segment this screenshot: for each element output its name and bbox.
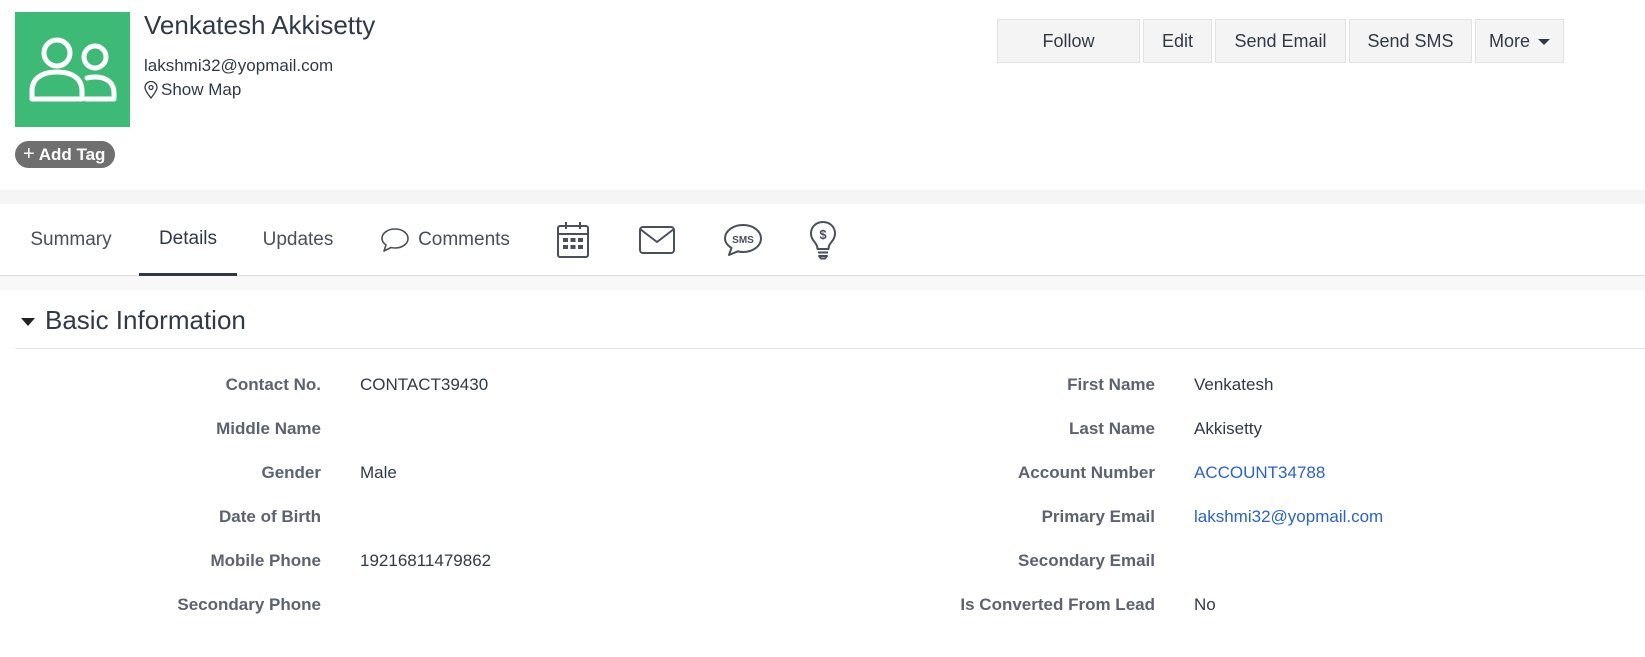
more-label: More	[1488, 30, 1530, 51]
svg-text:SMS: SMS	[732, 235, 754, 246]
field-value-contact-no: CONTACT39430	[360, 375, 489, 394]
send-sms-button[interactable]: Send SMS	[1349, 19, 1472, 63]
more-button[interactable]: More	[1475, 19, 1564, 63]
section-title: Basic Information	[45, 304, 246, 335]
field-label-secondary-phone: Secondary Phone	[177, 595, 321, 614]
field-value-first-name: Venkatesh	[1194, 375, 1274, 394]
field-label-last-name: Last Name	[1069, 419, 1155, 438]
add-tag-label: Add Tag	[38, 144, 106, 164]
tab-deals[interactable]: $	[799, 216, 847, 264]
send-email-button[interactable]: Send Email	[1215, 19, 1346, 63]
field-value-gender: Male	[360, 463, 397, 482]
primary-email-link[interactable]: lakshmi32@yopmail.com	[1194, 507, 1383, 527]
header-divider	[0, 190, 1645, 204]
svg-text:$: $	[819, 227, 827, 242]
field-value-mobile-phone: 19216811479862	[360, 551, 492, 570]
tab-comments-label: Comments	[418, 229, 510, 250]
contact-avatar	[15, 12, 130, 127]
field-label-is-converted-from-lead: Is Converted From Lead	[960, 595, 1155, 614]
show-map-link[interactable]: Show Map	[144, 80, 241, 100]
add-tag-button[interactable]: + Add Tag	[15, 141, 116, 168]
edit-button[interactable]: Edit	[1143, 19, 1212, 63]
tab-sms[interactable]: SMS	[719, 216, 767, 264]
follow-button[interactable]: Follow	[997, 19, 1140, 63]
tab-email[interactable]	[633, 216, 681, 264]
record-header: Venkatesh Akkisetty lakshmi32@yopmail.co…	[0, 0, 1645, 190]
map-pin-icon	[144, 81, 158, 99]
field-value-is-converted-from-lead: No	[1194, 595, 1216, 614]
field-value-last-name: Akkisetty	[1194, 419, 1263, 438]
account-number-link[interactable]: ACCOUNT34788	[1194, 463, 1325, 483]
tab-summary[interactable]: Summary	[15, 204, 127, 276]
field-label-secondary-email: Secondary Email	[1017, 551, 1155, 570]
users-icon	[29, 37, 116, 101]
tab-calendar[interactable]	[549, 216, 597, 264]
basic-information-header[interactable]: Basic Information	[15, 292, 1645, 349]
tab-details[interactable]: Details	[139, 204, 237, 276]
record-email: lakshmi32@yopmail.com	[144, 56, 334, 75]
field-label-contact-no: Contact No.	[225, 375, 321, 394]
field-label-middle-name: Middle Name	[216, 419, 321, 438]
sms-icon: SMS	[724, 224, 762, 256]
record-tabs: Summary Details Updates Comments SMS $	[0, 204, 1645, 276]
field-label-first-name: First Name	[1067, 375, 1155, 394]
calendar-icon	[557, 222, 589, 258]
mail-icon	[639, 226, 675, 254]
plus-icon: +	[23, 142, 35, 165]
field-label-primary-email: Primary Email	[1041, 507, 1155, 526]
record-name: Venkatesh Akkisetty	[144, 10, 376, 40]
show-map-label: Show Map	[161, 80, 242, 99]
field-label-gender: Gender	[261, 463, 321, 482]
comment-icon	[381, 228, 409, 252]
field-label-date-of-birth: Date of Birth	[219, 507, 321, 526]
tab-updates[interactable]: Updates	[249, 204, 347, 276]
field-label-account-number: Account Number	[1018, 463, 1155, 482]
deal-bulb-icon: $	[810, 221, 836, 260]
field-label-mobile-phone: Mobile Phone	[210, 551, 322, 570]
chevron-down-icon	[1538, 39, 1550, 45]
tabs-divider	[0, 276, 1645, 290]
record-actions: Follow Edit Send Email Send SMS More	[997, 19, 1564, 63]
tab-comments[interactable]: Comments	[370, 204, 520, 276]
caret-down-icon	[21, 317, 35, 326]
